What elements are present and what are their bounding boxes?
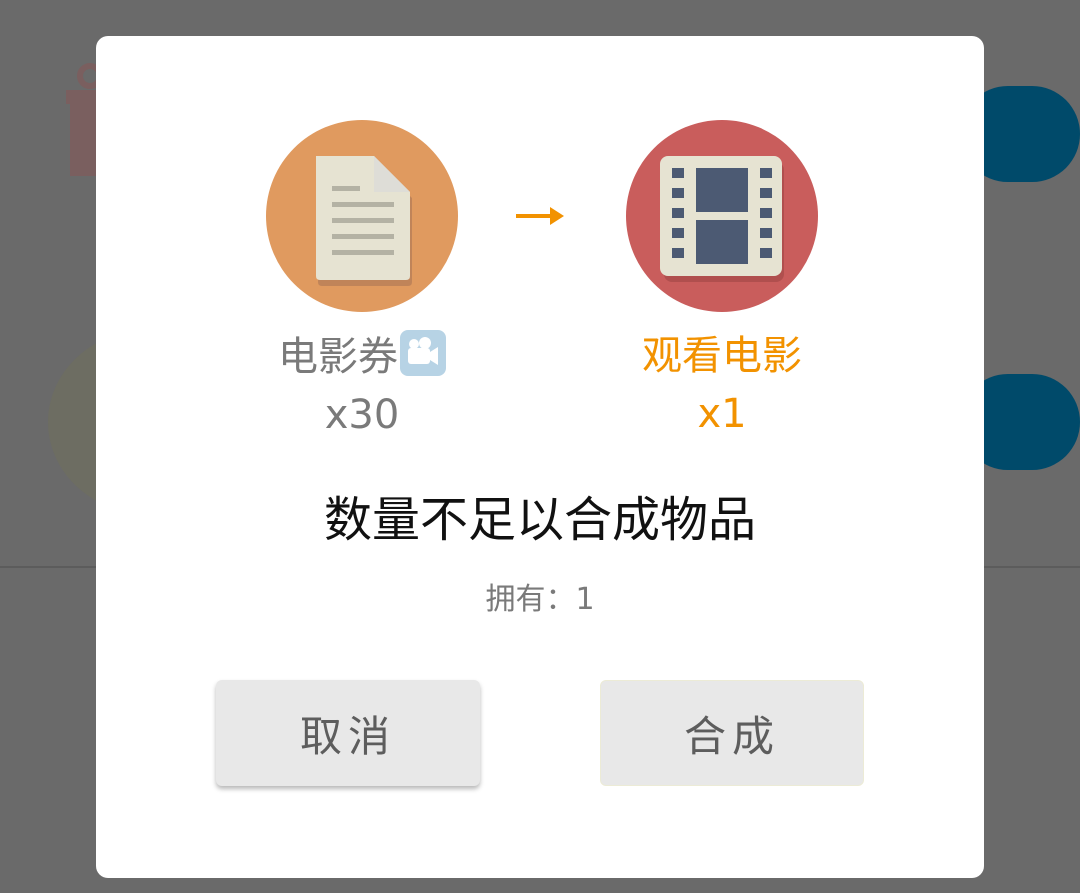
compose-button[interactable]: 合成 <box>600 680 864 786</box>
insufficient-message: 数量不足以合成物品 <box>323 492 756 548</box>
target-item-quantity: x1 <box>697 391 747 437</box>
movie-camera-icon <box>400 330 446 376</box>
target-item-name: 观看电影 <box>642 333 802 379</box>
target-item: 观看电影 x1 <box>602 120 842 440</box>
right-arrow-icon <box>516 207 564 225</box>
cancel-button[interactable]: 取消 <box>216 680 480 786</box>
source-item: 电影券 x30 <box>242 120 482 441</box>
owned-count: 拥有：1 <box>485 582 595 617</box>
document-icon <box>266 120 458 312</box>
source-item-quantity: x30 <box>324 392 400 438</box>
compose-dialog: 电影券 x30 观看电影 x1 数量不足以合成物品 拥有：1 取消 合成 <box>96 36 984 878</box>
source-item-name: 电影券 <box>242 330 482 383</box>
film-icon <box>626 120 818 312</box>
